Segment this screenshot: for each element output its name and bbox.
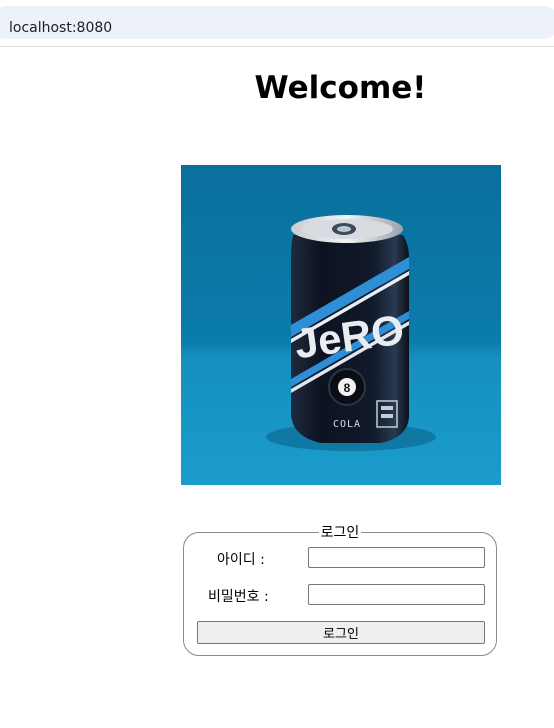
page-title: Welcome! [254, 70, 427, 106]
url-field[interactable]: localhost:8080 [0, 6, 554, 39]
password-input[interactable] [308, 584, 485, 605]
id-label: 아이디 : [217, 552, 265, 568]
password-label: 비밀번호 : [208, 589, 269, 605]
ball-number: 8 [344, 381, 351, 395]
cola-can-image: JeRO 8 COLA [181, 165, 501, 485]
login-legend: 로그인 [320, 525, 360, 541]
login-button[interactable]: 로그인 [197, 621, 485, 644]
url-text[interactable]: localhost:8080 [9, 20, 112, 36]
can-label-text: COLA [333, 419, 361, 430]
browser-address-bar: localhost:8080 [0, 0, 554, 47]
cola-can-illustration: JeRO 8 COLA [181, 165, 501, 485]
id-input[interactable] [308, 547, 485, 568]
